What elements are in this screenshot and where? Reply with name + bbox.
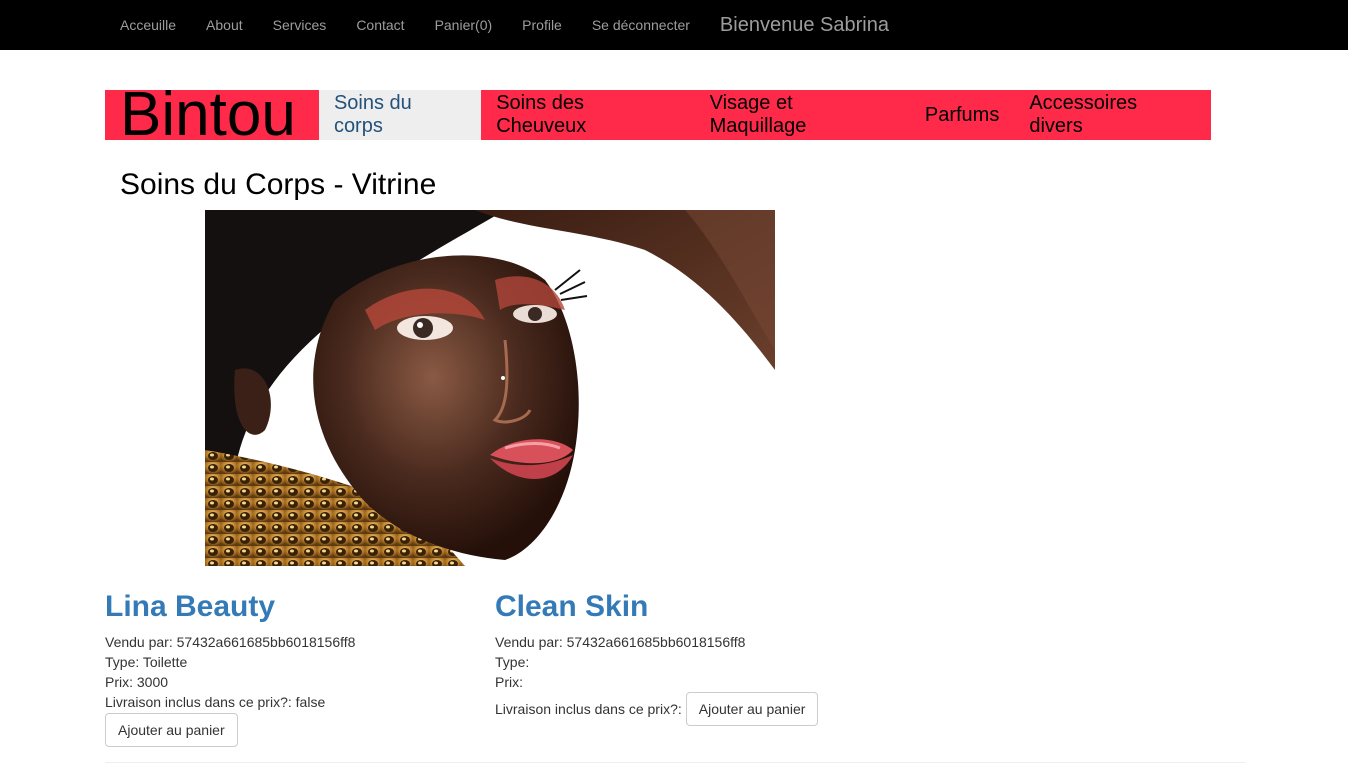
nav-link-profile[interactable]: Profile — [507, 0, 577, 50]
top-navbar: Acceuille About Services Contact Panier(… — [0, 0, 1348, 50]
price-label: Prix: — [495, 674, 523, 690]
nav-link-contact[interactable]: Contact — [341, 0, 419, 50]
hero-image — [205, 210, 775, 566]
product-type: Type: Toilette — [105, 652, 465, 672]
nav-link-about[interactable]: About — [191, 0, 258, 50]
product-price: Prix: — [495, 672, 895, 692]
type-label: Type: — [105, 654, 140, 670]
nav-link-logout[interactable]: Se déconnecter — [577, 0, 705, 50]
add-to-cart-button[interactable]: Ajouter au panier — [685, 692, 819, 726]
top-nav: Acceuille About Services Contact Panier(… — [105, 0, 904, 50]
product-seller: Vendu par: 57432a661685bb6018156ff8 — [495, 632, 895, 652]
product-price: Prix: 3000 — [105, 672, 465, 692]
nav-link-services[interactable]: Services — [258, 0, 342, 50]
delivery-value: false — [295, 694, 326, 710]
category-bar: Bintou Soins du corps Soins des Cheuveux… — [105, 90, 1211, 140]
brand-logo[interactable]: Bintou — [105, 90, 319, 140]
seller-value: 57432a661685bb6018156ff8 — [566, 634, 746, 650]
divider — [105, 762, 1245, 763]
product-name[interactable]: Lina Beauty — [105, 588, 465, 626]
category-accessoires[interactable]: Accessoires divers — [1014, 90, 1211, 140]
product-card: Lina Beauty Vendu par: 57432a661685bb601… — [105, 588, 465, 747]
welcome-text: Bienvenue Sabrina — [719, 14, 889, 36]
product-type: Type: — [495, 652, 895, 672]
add-to-cart-button[interactable]: Ajouter au panier — [105, 713, 238, 747]
category-soins-des-cheveux[interactable]: Soins des Cheuveux — [481, 90, 694, 140]
delivery-label: Livraison inclus dans ce prix?: — [105, 694, 292, 710]
seller-label: Vendu par: — [495, 634, 563, 650]
type-label: Type: — [495, 654, 530, 670]
product-delivery: Livraison inclus dans ce prix?: Ajouter … — [495, 692, 895, 726]
product-seller: Vendu par: 57432a661685bb6018156ff8 — [105, 632, 465, 652]
category-visage-maquillage[interactable]: Visage et Maquillage — [695, 90, 910, 140]
category-parfums[interactable]: Parfums — [910, 90, 1014, 140]
product-card: Clean Skin Vendu par: 57432a661685bb6018… — [495, 588, 895, 726]
nav-link-acceuille[interactable]: Acceuille — [105, 0, 191, 50]
price-value: 3000 — [136, 674, 169, 690]
price-label: Prix: — [105, 674, 133, 690]
brand-name: Bintou — [120, 90, 296, 140]
page-title: Soins du Corps - Vitrine — [120, 168, 437, 201]
delivery-label: Livraison inclus dans ce prix?: — [495, 701, 682, 717]
seller-label: Vendu par: — [105, 634, 173, 650]
product-name[interactable]: Clean Skin — [495, 588, 895, 626]
nav-link-panier[interactable]: Panier(0) — [420, 0, 508, 50]
type-value: Toilette — [142, 654, 188, 670]
category-soins-du-corps[interactable]: Soins du corps — [318, 90, 482, 140]
product-delivery: Livraison inclus dans ce prix?: false — [105, 692, 465, 712]
seller-value: 57432a661685bb6018156ff8 — [176, 634, 356, 650]
